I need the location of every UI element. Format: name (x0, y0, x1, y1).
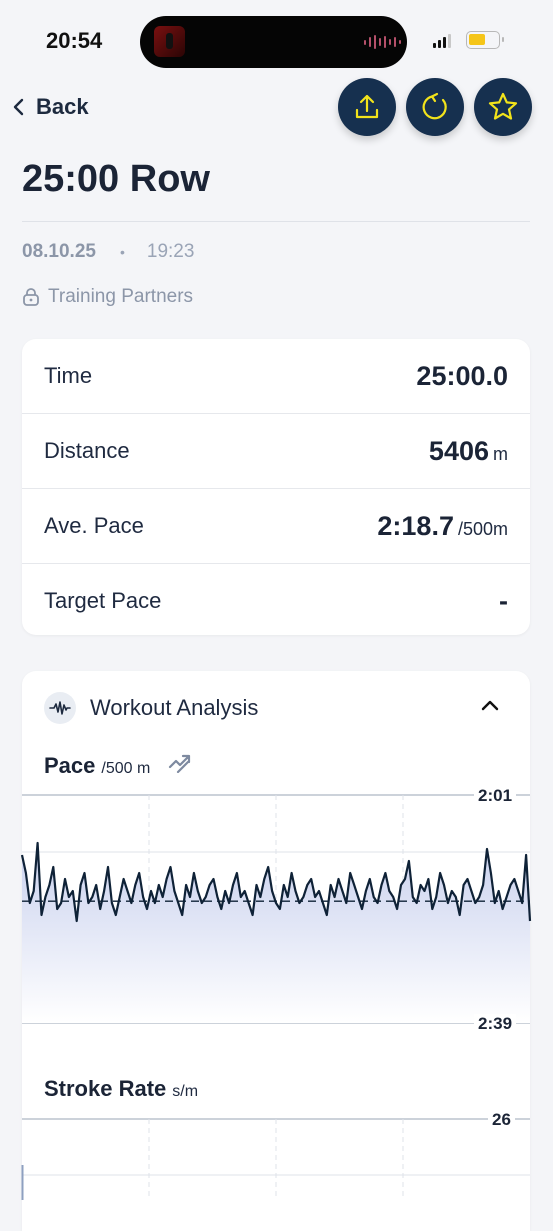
privacy-label: Training Partners (48, 286, 194, 307)
stat-number: - (499, 585, 508, 616)
audio-wave-icon (364, 34, 401, 50)
stat-value: 5406 m (429, 436, 508, 467)
stroke-rate-header: Stroke Rate s/m (44, 1076, 198, 1102)
signal-icon (433, 34, 451, 48)
pace-chart-header: Pace /500 m (44, 753, 192, 779)
stat-label: Distance (44, 438, 130, 463)
chevron-left-icon (13, 98, 24, 116)
stat-row-target-pace[interactable]: Target Pace - (22, 564, 530, 638)
stat-label: Time (44, 363, 93, 388)
privacy-setting[interactable]: Training Partners (22, 286, 193, 308)
stat-row-distance: Distance 5406 m (22, 414, 530, 489)
pace-chart-unit: /500 m (101, 760, 151, 777)
stroke-rate-chart (21, 1118, 530, 1200)
favorite-button[interactable] (474, 78, 532, 136)
album-art-icon (154, 26, 185, 57)
analysis-title: Workout Analysis (90, 695, 259, 720)
stroke-rate-top-label: 26 (488, 1110, 515, 1130)
stat-number: 2:18.7 (377, 510, 454, 541)
stat-number: 25:00.0 (416, 360, 508, 391)
stat-row-ave-pace: Ave. Pace 2:18.7/500m (22, 489, 530, 564)
meta-separator: • (119, 244, 125, 260)
share-button[interactable] (338, 78, 396, 136)
stat-unit: /500m (457, 518, 508, 539)
stroke-rate-title: Stroke Rate (44, 1076, 167, 1101)
divider (22, 221, 530, 222)
stroke-rate-unit: s/m (172, 1083, 199, 1100)
lock-icon (23, 288, 39, 306)
stat-value: 2:18.7/500m (377, 511, 508, 542)
back-label: Back (36, 94, 89, 119)
workout-date: 08.10.25 (22, 241, 96, 262)
battery-icon (466, 31, 504, 49)
refresh-icon (422, 92, 447, 120)
star-icon (488, 92, 518, 120)
stat-number: 5406 (428, 435, 489, 466)
pace-bottom-label: 2:39 (474, 1014, 517, 1034)
workout-meta: 08.10.25 • 19:23 (22, 241, 194, 263)
dynamic-island[interactable] (140, 16, 407, 68)
back-button[interactable]: Back (12, 94, 89, 120)
workout-time: 19:23 (146, 241, 195, 262)
upload-icon (355, 94, 379, 119)
chart-toggle-icon[interactable] (168, 753, 192, 773)
stat-unit: m (493, 443, 508, 464)
stats-card: Time 25:00.0 Distance 5406 m Ave. Pace 2:… (22, 339, 530, 635)
refresh-button[interactable] (406, 78, 464, 136)
waveform-icon (44, 692, 76, 724)
status-time: 20:54 (46, 28, 103, 53)
stat-value: 25:00.0 (416, 361, 508, 392)
pace-chart (20, 794, 532, 1024)
chevron-up-icon (481, 700, 499, 711)
pace-top-label: 2:01 (474, 786, 517, 806)
stat-value: - (499, 586, 508, 617)
collapse-button[interactable] (480, 698, 500, 717)
page-title: 25:00 Row (22, 158, 210, 200)
pace-chart-title: Pace (44, 753, 96, 778)
analysis-header[interactable]: Workout Analysis (44, 692, 258, 724)
stat-row-time: Time 25:00.0 (22, 339, 530, 414)
stat-label: Ave. Pace (44, 513, 144, 538)
stat-label: Target Pace (44, 588, 162, 613)
